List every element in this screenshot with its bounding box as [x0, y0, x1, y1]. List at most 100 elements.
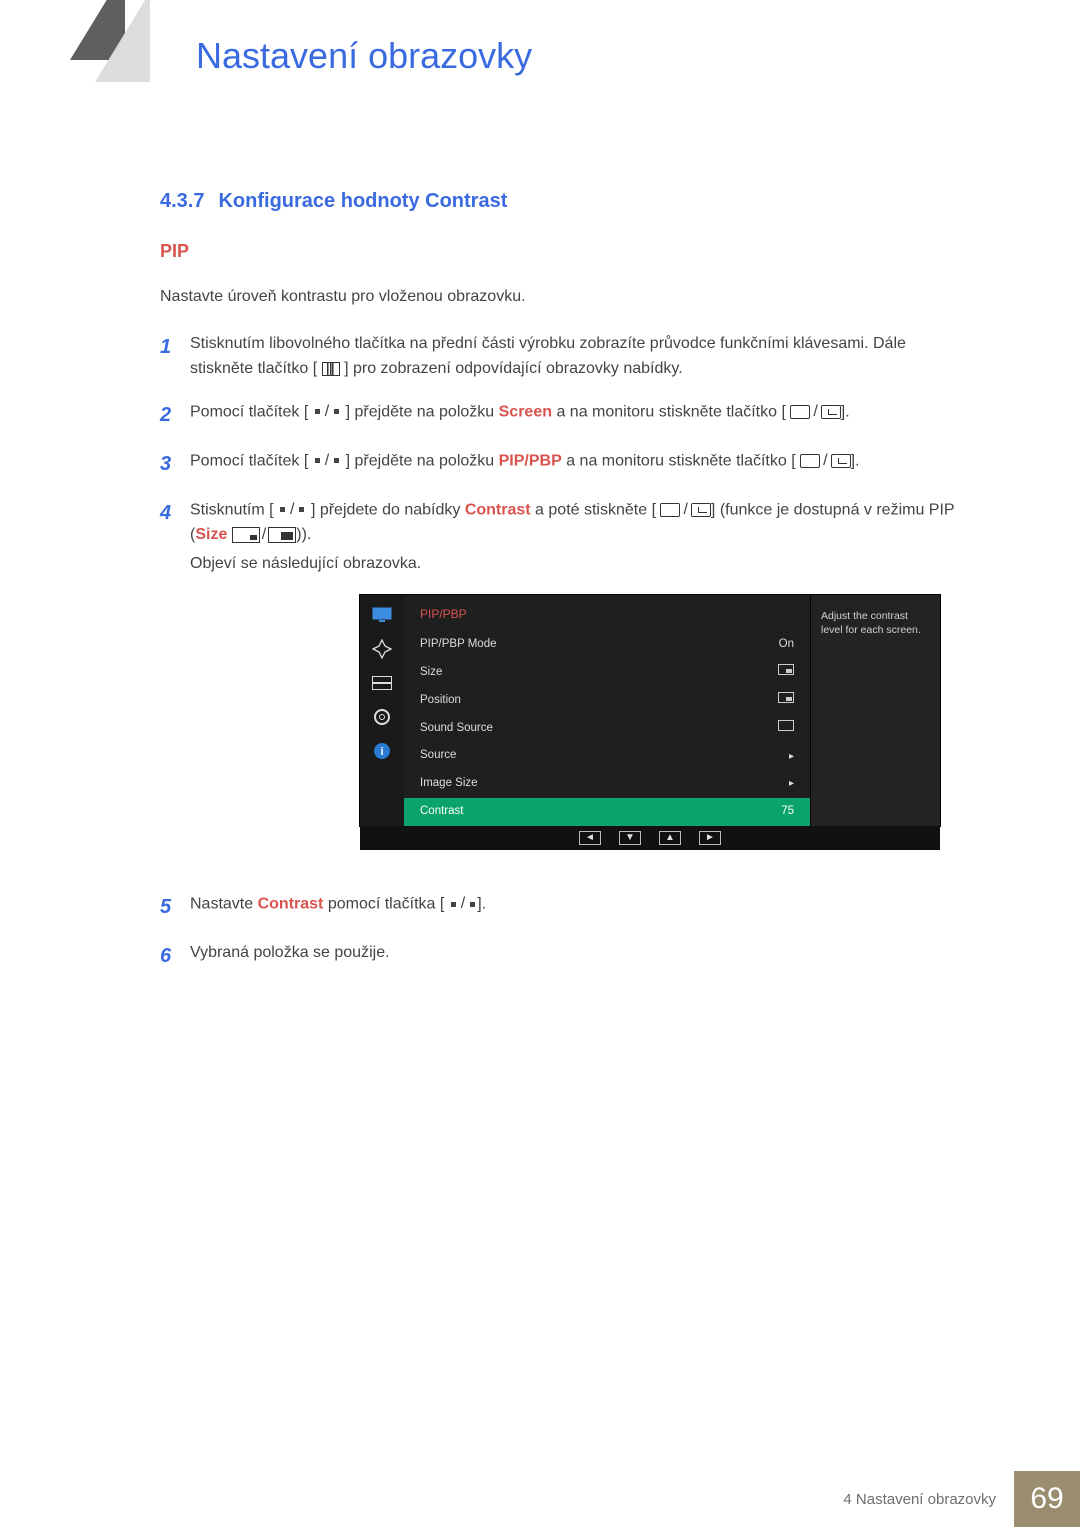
step-text: ] pro zobrazení odpovídající obrazovky n…	[344, 360, 683, 377]
step-6: 6 Vybraná položka se použije.	[160, 941, 960, 972]
submenu-arrow-icon: ▸	[789, 776, 794, 792]
osd-row-sound: Sound Source	[404, 715, 810, 743]
steps-list: 1 Stisknutím libovolného tlačítka na pře…	[160, 332, 960, 972]
osd-row-value-icon	[778, 664, 794, 682]
highlight-screen: Screen	[499, 403, 552, 420]
step-text: a poté stiskněte [	[531, 501, 656, 518]
step-1: 1 Stisknutím libovolného tlačítka na pře…	[160, 332, 960, 382]
step-text: ].	[477, 896, 486, 913]
step-text: a na monitoru stiskněte tlačítko [	[562, 452, 796, 469]
osd-row-label: Source	[420, 747, 456, 765]
osd-row-label: Size	[420, 664, 442, 682]
step-body: Vybraná položka se použije.	[190, 941, 960, 972]
section-number: 4.3.7	[160, 190, 204, 212]
nav-up-icon: ▲	[659, 831, 681, 845]
step-text: ].	[841, 403, 850, 420]
submenu-arrow-icon: ▸	[789, 749, 794, 765]
step-text: ] přejděte na položku	[346, 452, 499, 469]
step-subtext: Objeví se následující obrazovka.	[190, 552, 960, 577]
step-body: Stisknutím [ / ] přejdete do nabídky Con…	[190, 498, 960, 874]
osd-row-mode: PIP/PBP Mode On	[404, 631, 810, 659]
step-text: pomocí tlačítka [	[323, 896, 444, 913]
monitor-icon	[371, 605, 393, 625]
highlight-contrast: Contrast	[258, 896, 324, 913]
page-number: 69	[1014, 1471, 1080, 1527]
step-number: 1	[160, 332, 190, 382]
footer-chapter-label: 4 Nastavení obrazovky	[825, 1471, 1014, 1527]
osd-row-label: Image Size	[420, 775, 478, 793]
osd-sidebar: i	[360, 595, 404, 826]
highlight-contrast: Contrast	[465, 501, 531, 518]
osd-row-source: Source ▸	[404, 742, 810, 770]
step-text: Pomocí tlačítek [	[190, 403, 308, 420]
step-text: Nastavte	[190, 896, 258, 913]
osd-help-text: Adjust the contrast	[821, 609, 930, 623]
info-icon: i	[371, 741, 393, 761]
enter-return-icon: /	[800, 449, 850, 474]
osd-row-value: On	[779, 636, 794, 654]
step-text: Stisknutím [	[190, 501, 274, 518]
osd-row-image-size: Image Size ▸	[404, 770, 810, 798]
enter-return-icon: /	[660, 498, 710, 523]
gear-icon	[371, 707, 393, 727]
section-title: Konfigurace hodnoty Contrast	[218, 190, 507, 212]
step-number: 4	[160, 498, 190, 874]
svg-text:i: i	[380, 746, 383, 758]
step-5: 5 Nastavte Contrast pomocí tlačítka [ /]…	[160, 892, 960, 923]
step-body: Pomocí tlačítek [ / ] přejděte na položk…	[190, 400, 960, 431]
osd-row-value-icon	[778, 720, 794, 738]
osd-row-value-icon	[778, 692, 794, 710]
osd-help-panel: Adjust the contrast level for each scree…	[810, 595, 940, 826]
size-small-icon	[232, 527, 260, 543]
step-number: 3	[160, 449, 190, 480]
section-heading: 4.3.7 Konfigurace hodnoty Contrast	[160, 190, 960, 213]
osd-mock-container: i PIP/PBP PIP/PBP Mode On Size	[360, 595, 960, 850]
size-big-icon	[268, 527, 296, 543]
osd-row-size: Size	[404, 659, 810, 687]
dot-slash-dot-icon: /	[313, 400, 341, 425]
osd-row-label: PIP/PBP Mode	[420, 636, 497, 654]
osd-nav-bar: ◄ ▼ ▲ ►	[360, 826, 940, 850]
menu-button-icon	[322, 362, 340, 376]
adjust-icon	[371, 639, 393, 659]
step-body: Nastavte Contrast pomocí tlačítka [ /].	[190, 892, 960, 923]
step-2: 2 Pomocí tlačítek [ / ] přejděte na polo…	[160, 400, 960, 431]
step-body: Stisknutím libovolného tlačítka na předn…	[190, 332, 960, 382]
page-footer: 4 Nastavení obrazovky 69	[0, 1471, 1080, 1527]
step-number: 6	[160, 941, 190, 972]
highlight-size: Size	[195, 526, 227, 543]
content-area: 4.3.7 Konfigurace hodnoty Contrast PIP Na…	[160, 190, 960, 990]
nav-right-icon: ►	[699, 831, 721, 845]
osd-panel: i PIP/PBP PIP/PBP Mode On Size	[360, 595, 940, 826]
osd-row-label: Sound Source	[420, 720, 493, 738]
highlight-pippbp: PIP/PBP	[499, 452, 562, 469]
osd-row-value: 75	[781, 803, 794, 821]
step-text: Pomocí tlačítek [	[190, 452, 308, 469]
dot-slash-dot-icon: /	[278, 498, 306, 523]
chapter-title: Nastavení obrazovky	[196, 35, 532, 77]
osd-menu: PIP/PBP PIP/PBP Mode On Size Position	[404, 595, 810, 826]
step-number: 2	[160, 400, 190, 431]
step-4: 4 Stisknutím [ / ] přejdete do nabídky C…	[160, 498, 960, 874]
intro-text: Nastavte úroveň kontrastu pro vloženou o…	[160, 288, 960, 306]
step-text: )).	[296, 526, 311, 543]
osd-row-label: Position	[420, 692, 461, 710]
step-text: ].	[851, 452, 860, 469]
step-text: a na monitoru stiskněte tlačítko [	[552, 403, 786, 420]
dot-slash-dot-icon: /	[313, 449, 341, 474]
osd-row-label: Contrast	[420, 803, 463, 821]
nav-left-icon: ◄	[579, 831, 601, 845]
osd-row-contrast-selected: Contrast 75	[404, 798, 810, 826]
chapter-number-decor	[40, 0, 160, 100]
enter-return-icon: /	[790, 400, 840, 425]
step-text: ] přejděte na položku	[346, 403, 499, 420]
step-number: 5	[160, 892, 190, 923]
pip-layout-icon	[371, 673, 393, 693]
step-3: 3 Pomocí tlačítek [ / ] přejděte na polo…	[160, 449, 960, 480]
osd-title: PIP/PBP	[404, 605, 810, 632]
pip-subheading: PIP	[160, 241, 960, 262]
osd-help-text: level for each screen.	[821, 623, 930, 637]
step-body: Pomocí tlačítek [ / ] přejděte na položk…	[190, 449, 960, 480]
nav-down-icon: ▼	[619, 831, 641, 845]
osd-row-position: Position	[404, 687, 810, 715]
